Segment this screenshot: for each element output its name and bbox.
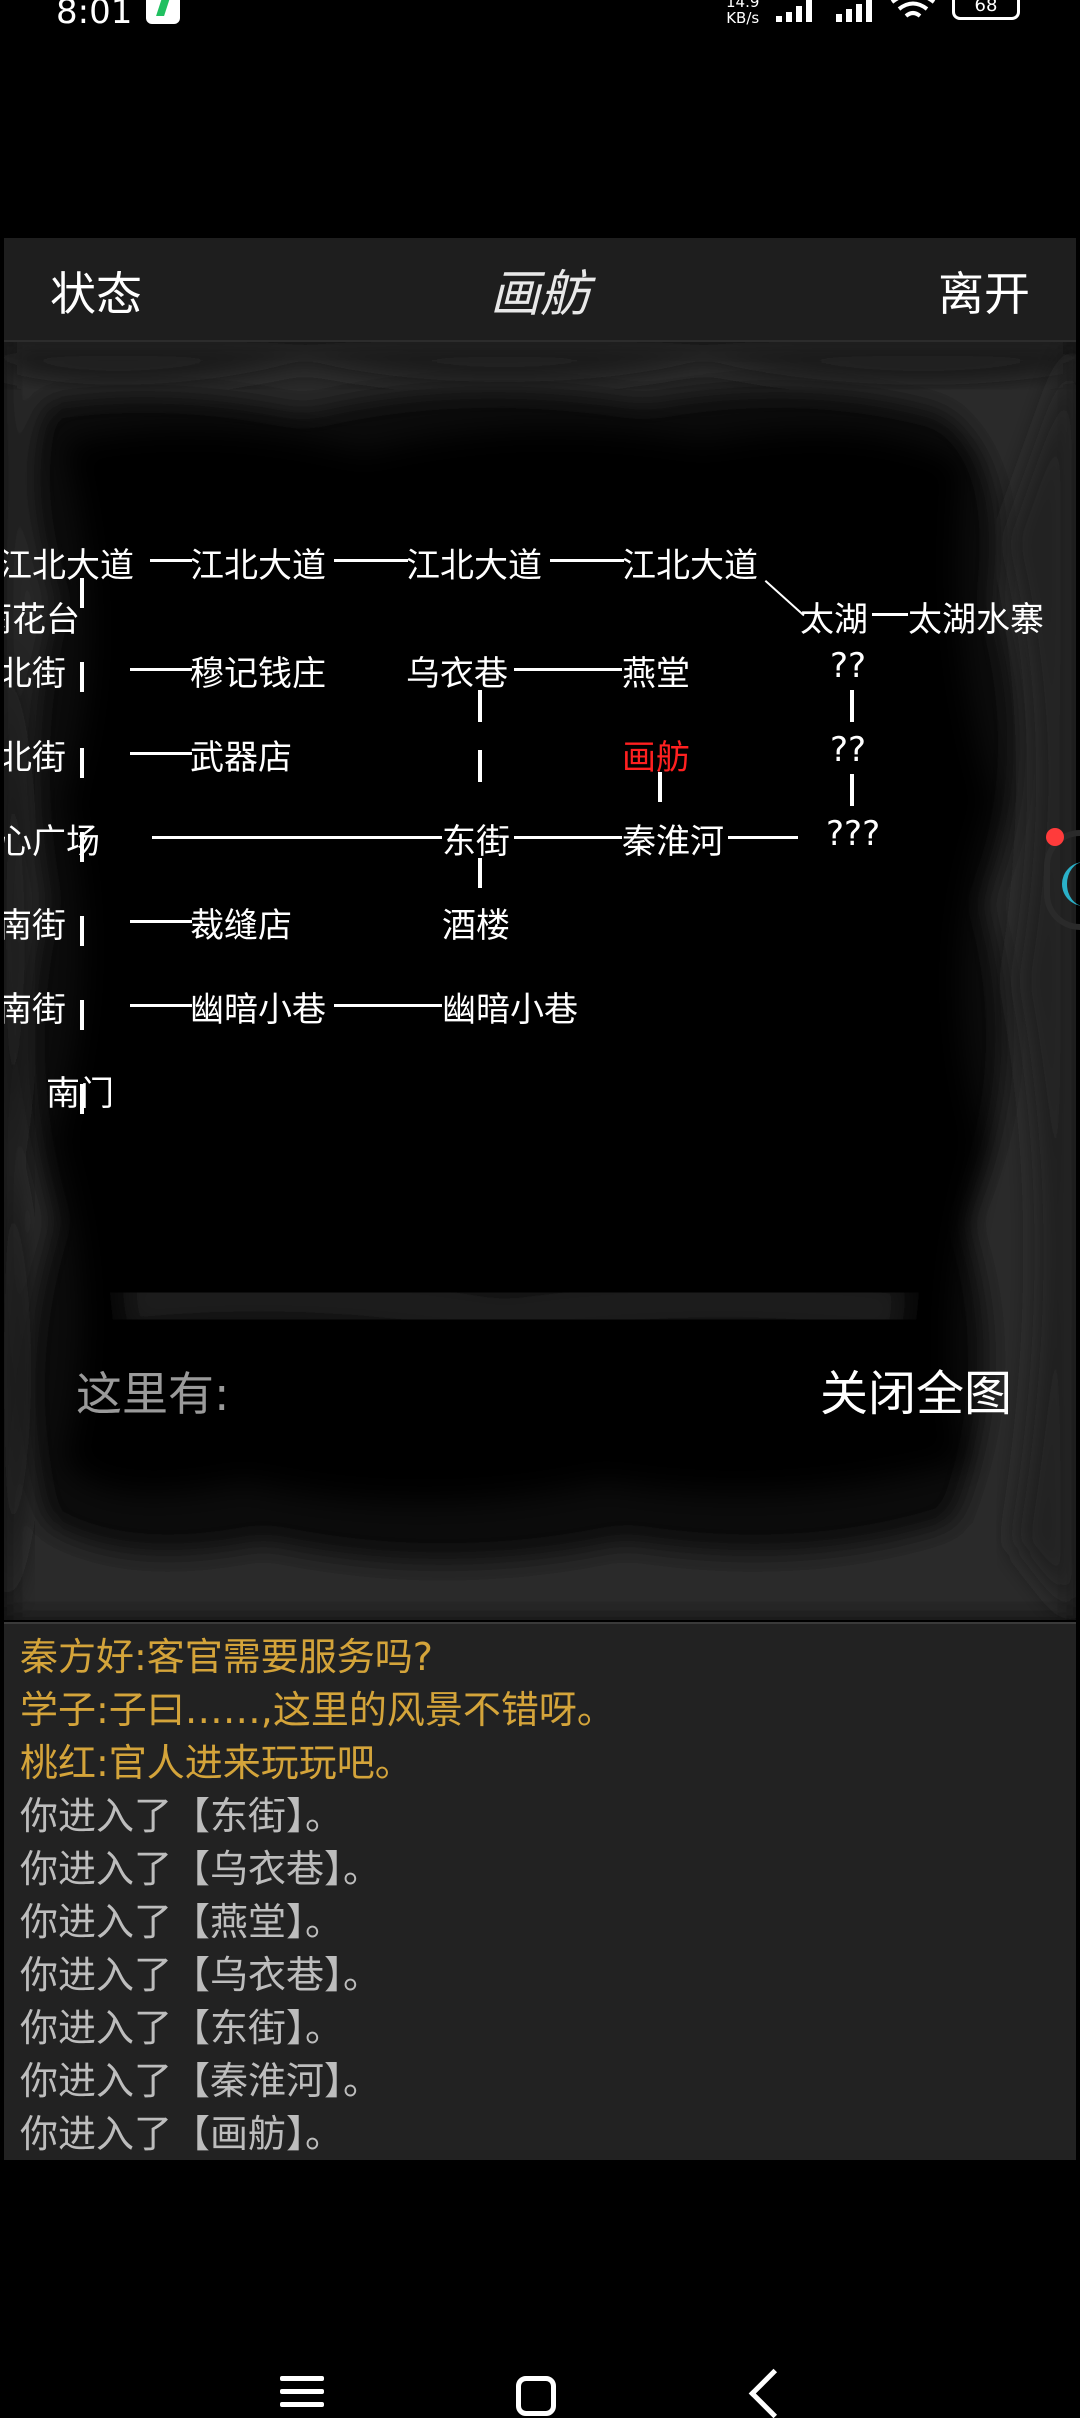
network-speed: 14.9 KB/s bbox=[726, 0, 759, 26]
map-node-qinhuaihe[interactable]: 秦淮河 bbox=[622, 814, 724, 863]
map-path bbox=[80, 1000, 84, 1030]
battery-icon: 68 bbox=[952, 0, 1020, 20]
map-node-yantang[interactable]: 燕堂 bbox=[622, 646, 690, 695]
map-path bbox=[872, 613, 908, 616]
map-path bbox=[478, 750, 482, 782]
leave-button[interactable]: 离开 bbox=[938, 258, 1030, 324]
map-node-jiangbei-1[interactable]: 江北大道 bbox=[4, 538, 134, 587]
log-line: 你进入了【东街】。 bbox=[20, 1794, 344, 1838]
map-node-jiangbei-2[interactable]: 江北大道 bbox=[190, 538, 326, 587]
log-line: 桃红:官人进来玩玩吧。 bbox=[20, 1741, 413, 1785]
map-path bbox=[80, 662, 84, 692]
map-path bbox=[334, 559, 408, 562]
map-node-yuhuatai[interactable]: 雨花台 bbox=[4, 592, 80, 641]
map-path bbox=[150, 559, 192, 562]
map-path bbox=[550, 559, 624, 562]
assistant-icon bbox=[1062, 862, 1080, 906]
map-node-nanjie-1[interactable]: 南街 bbox=[4, 898, 66, 947]
map-path bbox=[130, 920, 192, 923]
message-log[interactable]: 秦方好:客官需要服务吗? 学子:子曰……,这里的风景不错呀。 桃红:官人进来玩玩… bbox=[4, 1622, 1076, 2160]
close-map-button[interactable]: 关闭全图 bbox=[820, 1354, 1012, 1424]
signal-icon bbox=[774, 0, 818, 22]
map-node-wuyixiang[interactable]: 乌衣巷 bbox=[406, 646, 508, 695]
map-node-muji-qianzhuang[interactable]: 穆记钱庄 bbox=[190, 646, 326, 695]
map-node-center-square[interactable]: 中心广场 bbox=[4, 814, 100, 863]
back-icon[interactable] bbox=[748, 2368, 799, 2418]
log-line: 你进入了【画舫】。 bbox=[20, 2112, 344, 2156]
map-path bbox=[514, 668, 622, 671]
map-node-taihu[interactable]: 太湖 bbox=[800, 592, 868, 641]
map-path bbox=[334, 1004, 442, 1007]
map-node-jiulou[interactable]: 酒楼 bbox=[442, 898, 510, 947]
map-path bbox=[80, 916, 84, 946]
log-line: 你进入了【乌衣巷】。 bbox=[20, 1847, 382, 1891]
map-path bbox=[152, 836, 442, 839]
map-node-unknown-3[interactable]: ??? bbox=[826, 814, 880, 854]
log-line: 你进入了【燕堂】。 bbox=[20, 1900, 344, 1944]
map-area: 江北大道 江北大道 江北大道 江北大道 雨花台 太湖 太湖水寨 北街 穆记钱庄 … bbox=[4, 342, 1076, 1620]
map-path bbox=[130, 1004, 192, 1007]
map-node-beijie-2[interactable]: 北街 bbox=[4, 730, 66, 779]
map-node-nanmen[interactable]: 南门 bbox=[46, 1066, 114, 1115]
map-path bbox=[728, 836, 798, 839]
map-node-youan-xiaoxiang-2[interactable]: 幽暗小巷 bbox=[442, 982, 578, 1031]
log-line: 你进入了【东街】。 bbox=[20, 2006, 344, 2050]
map-path bbox=[850, 774, 854, 806]
game-panel: 状态 画舫 离开 江北大道 江北大道 江北大道 江北大道 花台 太湖 太湖水寨 … bbox=[4, 238, 1076, 1620]
map-path bbox=[130, 752, 192, 755]
map-node-beijie-1[interactable]: 北街 bbox=[4, 646, 66, 695]
map-node-caifengdian[interactable]: 裁缝店 bbox=[190, 898, 292, 947]
charging-icon bbox=[146, 0, 180, 24]
map-node-dongjie[interactable]: 东街 bbox=[442, 814, 510, 863]
map-node-wuqidian[interactable]: 武器店 bbox=[190, 730, 292, 779]
map-path bbox=[80, 748, 84, 778]
network-speed-unit: KB/s bbox=[726, 9, 760, 27]
map-node-jiangbei-3[interactable]: 江北大道 bbox=[406, 538, 542, 587]
location-title: 画舫 bbox=[490, 265, 590, 323]
hd-signal-icon bbox=[834, 0, 878, 22]
wifi-icon bbox=[890, 0, 936, 18]
map-path bbox=[850, 690, 854, 722]
map-node-youan-xiaoxiang-1[interactable]: 幽暗小巷 bbox=[190, 982, 326, 1031]
header-bar: 状态 画舫 离开 bbox=[4, 238, 1076, 342]
log-line: 学子:子曰……,这里的风景不错呀。 bbox=[20, 1688, 615, 1732]
map-node-taihu-shuizhai[interactable]: 太湖水寨 bbox=[908, 592, 1044, 641]
status-bar: 8:01 14.9 KB/s 68 bbox=[0, 0, 1080, 34]
ink-background bbox=[4, 342, 1076, 1620]
map-node-jiangbei-4[interactable]: 江北大道 bbox=[622, 538, 758, 587]
map-node-nanjie-2[interactable]: 南街 bbox=[4, 982, 66, 1031]
notification-dot bbox=[1046, 828, 1064, 846]
map-node-huafang-current[interactable]: 画舫 bbox=[622, 730, 690, 779]
system-nav-bar bbox=[0, 2360, 1080, 2418]
log-line: 秦方好:客官需要服务吗? bbox=[20, 1635, 433, 1679]
map-path bbox=[130, 668, 192, 671]
log-line: 你进入了【秦淮河】。 bbox=[20, 2059, 382, 2103]
map-node-unknown-1[interactable]: ?? bbox=[830, 646, 866, 686]
clock: 8:01 bbox=[56, 0, 133, 32]
menu-icon[interactable] bbox=[280, 2376, 324, 2415]
map-node-unknown-2[interactable]: ?? bbox=[830, 730, 866, 770]
log-line: 你进入了【乌衣巷】。 bbox=[20, 1953, 382, 1997]
home-icon[interactable] bbox=[516, 2376, 556, 2416]
map-path bbox=[514, 836, 622, 839]
here-label: 这里有: bbox=[76, 1367, 230, 1421]
